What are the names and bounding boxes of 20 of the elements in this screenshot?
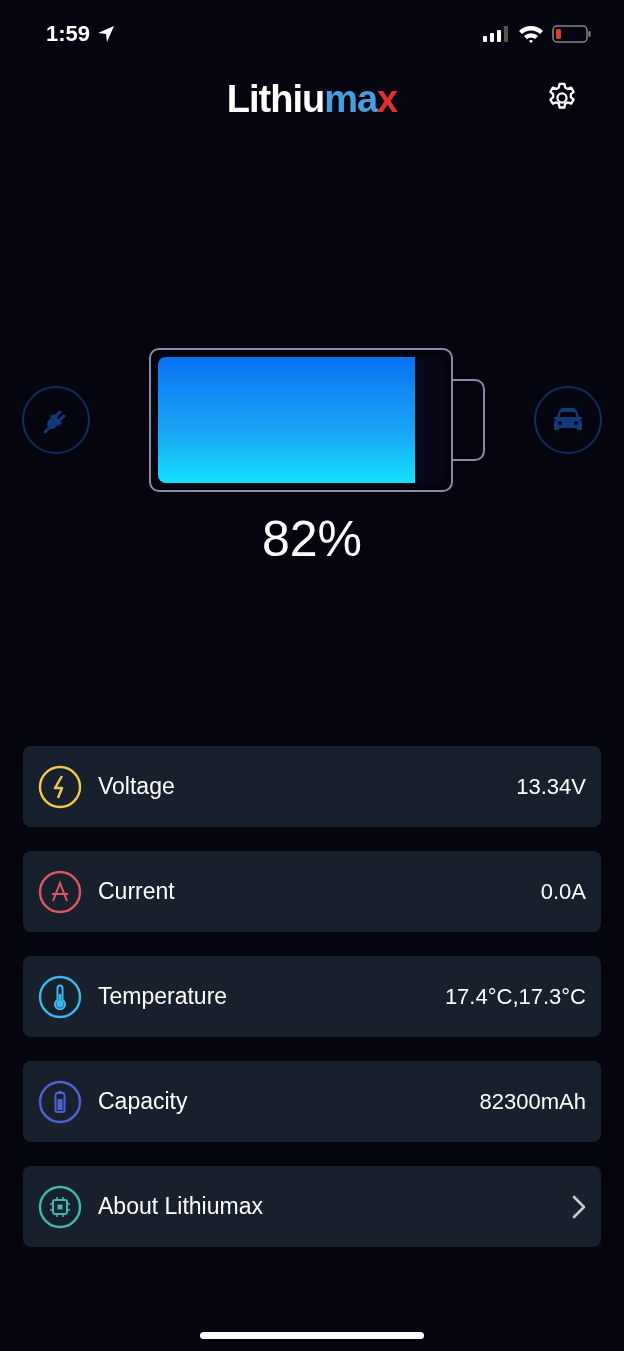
row-label: Temperature bbox=[98, 983, 229, 1010]
status-time: 1:59 bbox=[46, 21, 91, 47]
row-label: Current bbox=[98, 878, 176, 905]
signal-icon bbox=[482, 25, 510, 43]
app-logo: Lithiumax bbox=[226, 77, 398, 121]
car-button[interactable] bbox=[534, 386, 602, 454]
row-value: 82300mAh bbox=[479, 1088, 586, 1115]
row-label: About Lithiumax bbox=[98, 1193, 264, 1220]
about-row[interactable]: About Lithiumax bbox=[23, 1166, 601, 1247]
row-label: Voltage bbox=[98, 773, 176, 800]
row-value: 13.34V bbox=[516, 773, 586, 800]
battery-percent: 82% bbox=[260, 510, 364, 568]
chevron-icon bbox=[572, 1194, 586, 1219]
location-arrow-icon bbox=[96, 24, 117, 44]
row-value: 0.0A bbox=[540, 878, 586, 905]
row-label: Capacity bbox=[98, 1088, 189, 1115]
wifi-icon bbox=[518, 25, 544, 43]
phone-battery-icon bbox=[552, 24, 592, 44]
plug-button[interactable] bbox=[22, 386, 90, 454]
row-value: 17.4°C,17.3°C bbox=[444, 983, 586, 1010]
